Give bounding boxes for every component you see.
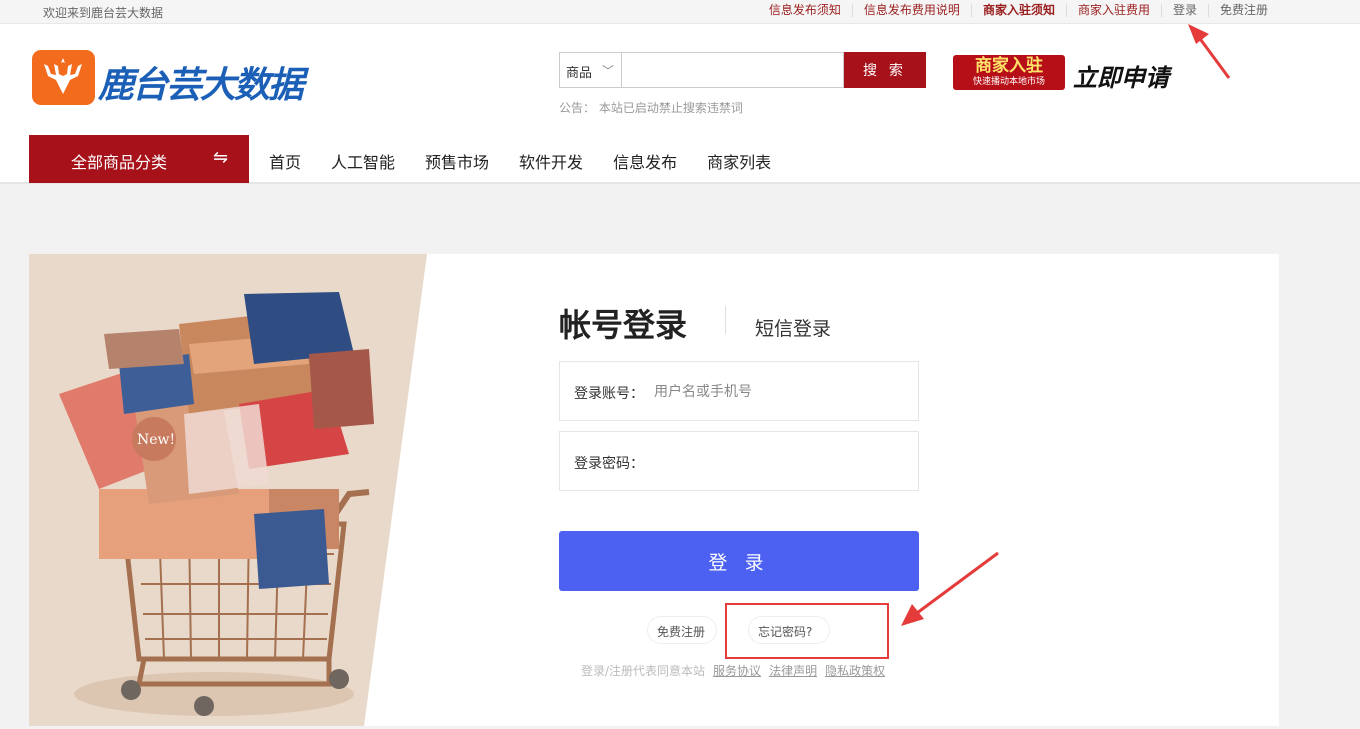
all-categories-label: 全部商品分类	[71, 153, 168, 172]
highlight-box	[725, 603, 889, 659]
login-link[interactable]: 登录	[1160, 4, 1208, 17]
notice-text: 公告： 本站已启动禁止搜索违禁词	[559, 101, 743, 115]
nav-item-info[interactable]: 信息发布	[613, 149, 677, 173]
merchant-notice-link[interactable]: 商家入驻须知	[970, 4, 1066, 17]
tab-divider	[725, 306, 726, 334]
legal-notice-link[interactable]: 法律声明	[769, 664, 817, 678]
arrow-icon	[1188, 24, 1231, 79]
nav-item-merchants[interactable]: 商家列表	[707, 149, 771, 173]
shopping-cart-illustration: New!	[29, 254, 427, 726]
privacy-policy-link[interactable]: 隐私政策权	[825, 664, 885, 678]
top-links: 信息发布须知 信息发布费用说明 商家入驻须知 商家入驻费用 登录 免费注册	[758, 4, 1279, 17]
login-tabs: 帐号登录 短信登录	[559, 300, 919, 344]
account-field: 登录账号：	[559, 361, 919, 421]
nav-item-presale[interactable]: 预售市场	[425, 149, 489, 173]
password-input[interactable]	[654, 444, 904, 478]
agreement-prefix: 登录/注册代表同意本站	[581, 664, 706, 678]
agreement-text: 登录/注册代表同意本站 服务协议 法律声明 隐私政策权	[581, 662, 885, 679]
account-label: 登录账号：	[574, 386, 644, 402]
merchant-banner[interactable]: 商家入驻 快速播动本地市场	[953, 55, 1065, 90]
search-button[interactable]: 搜 索	[844, 52, 926, 88]
nav-item-home[interactable]: 首页	[269, 149, 301, 173]
site-logo[interactable]: 鹿台芸大数据	[32, 50, 304, 106]
password-field: 登录密码：	[559, 431, 919, 491]
account-input[interactable]	[654, 374, 904, 408]
nav-item-software[interactable]: 软件开发	[519, 149, 583, 173]
login-form: 帐号登录 短信登录 登录账号： 登录密码： 登 录 免费注册 忘记密码? 登录/…	[559, 300, 919, 678]
info-notice-link[interactable]: 信息发布须知	[758, 4, 852, 17]
nav-item-ai[interactable]: 人工智能	[331, 149, 395, 173]
all-categories-button[interactable]: 全部商品分类 ⇋	[29, 135, 249, 183]
service-agreement-link[interactable]: 服务协议	[713, 664, 761, 678]
main-nav: 全部商品分类 ⇋ 首页 人工智能 预售市场 软件开发 信息发布 商家列表	[0, 135, 1360, 184]
login-button[interactable]: 登 录	[559, 531, 919, 591]
nav-items: 首页 人工智能 预售市场 软件开发 信息发布 商家列表	[254, 149, 786, 173]
search-category-value: 商品	[566, 66, 593, 81]
register-link[interactable]: 免费注册	[1207, 4, 1279, 17]
tab-sms-login[interactable]: 短信登录	[755, 314, 831, 341]
deer-logo-icon	[32, 50, 95, 105]
merchant-banner-title: 商家入驻	[975, 56, 1043, 76]
welcome-text: 欢迎来到鹿台芸大数据	[43, 6, 164, 20]
top-bar: 欢迎来到鹿台芸大数据 信息发布须知 信息发布费用说明 商家入驻须知 商家入驻费用…	[0, 0, 1360, 24]
login-card: New! 帐号登录 短信登录 登录账号： 登录密码：	[29, 254, 1279, 726]
main-area: New! 帐号登录 短信登录 登录账号： 登录密码：	[0, 184, 1360, 729]
logo-text: 鹿台芸大数据	[98, 65, 304, 106]
search-category-select[interactable]: 商品 ﹀	[559, 52, 621, 88]
search-bar: 商品 ﹀ 搜 索	[559, 52, 926, 88]
merchant-banner-subtitle: 快速播动本地市场	[972, 77, 1045, 87]
apply-now-link[interactable]: 立即申请	[1073, 58, 1169, 93]
merchant-fee-link[interactable]: 商家入驻费用	[1065, 4, 1161, 17]
chevron-down-icon: ﹀	[602, 64, 615, 78]
search-input[interactable]	[621, 52, 844, 88]
svg-text:New!: New!	[137, 432, 175, 448]
password-label: 登录密码：	[574, 456, 644, 472]
tab-account-login[interactable]: 帐号登录	[559, 300, 687, 346]
swap-icon: ⇋	[213, 147, 229, 168]
free-register-button[interactable]: 免费注册	[647, 616, 717, 644]
info-fee-link[interactable]: 信息发布费用说明	[851, 4, 971, 17]
